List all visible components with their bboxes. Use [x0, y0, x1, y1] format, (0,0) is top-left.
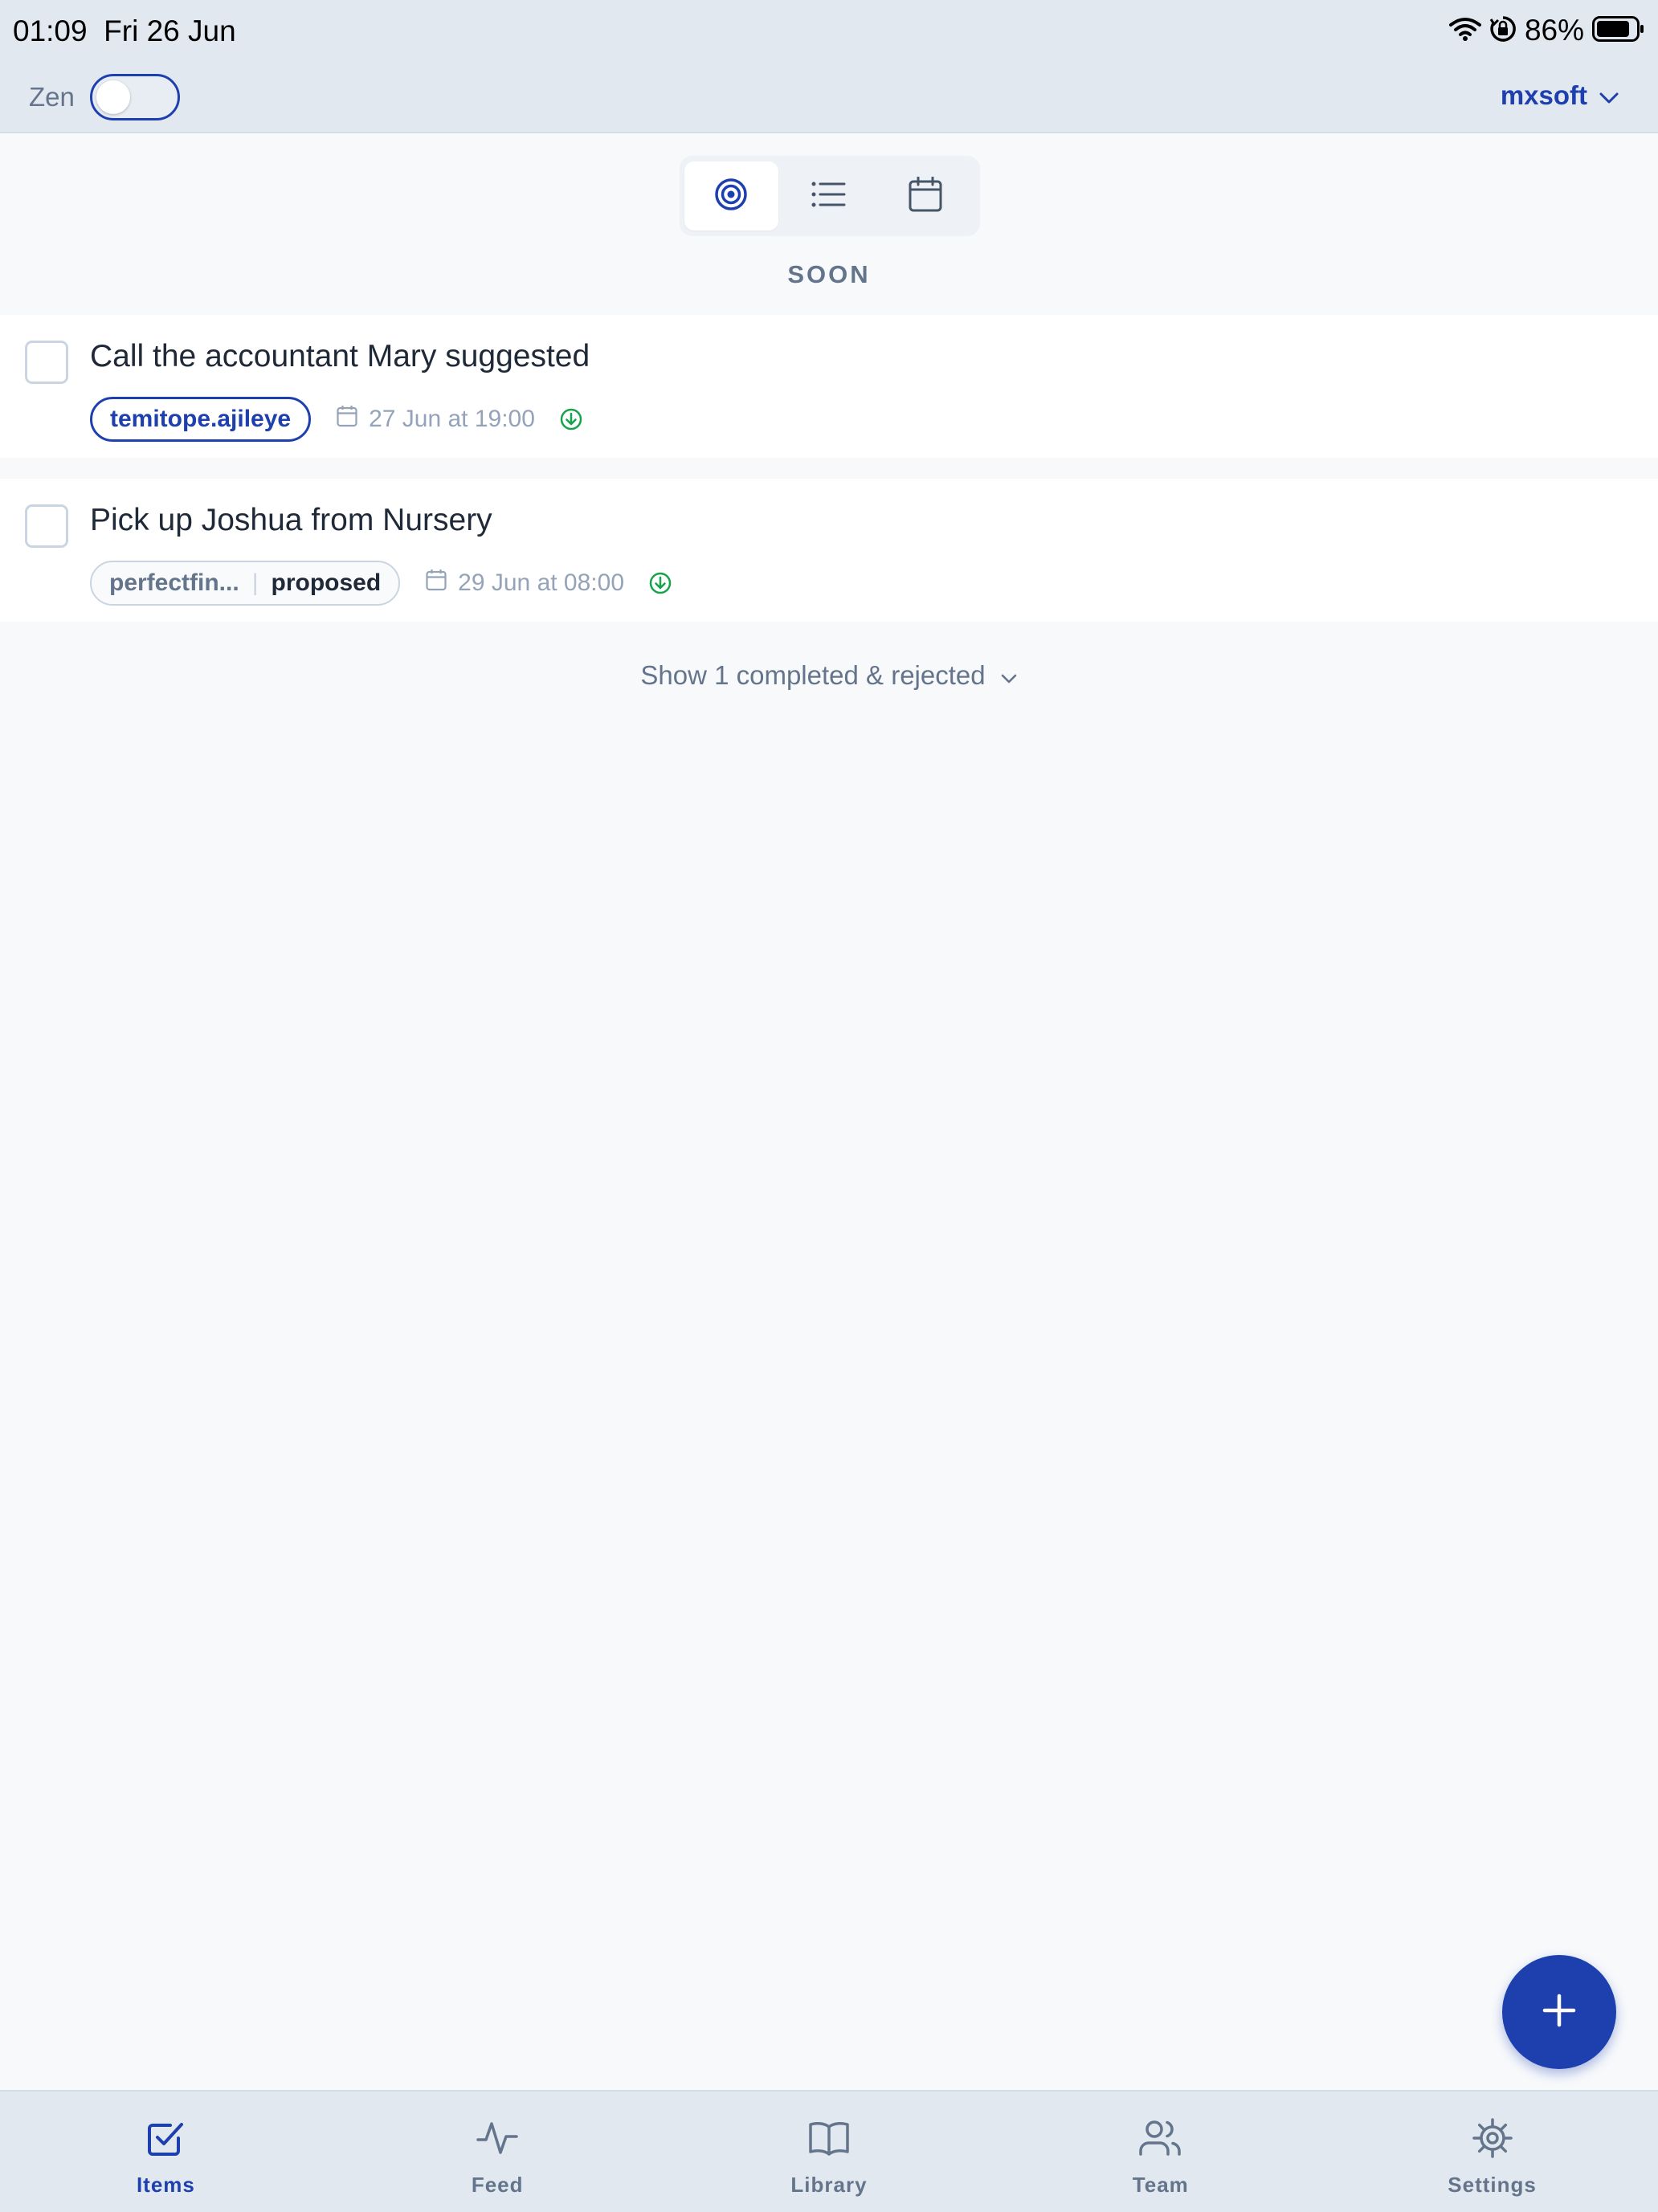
task-row[interactable]: Call the accountant Mary suggested temit…	[0, 315, 1658, 458]
due-date-text: 27 Jun at 19:00	[369, 406, 535, 432]
tab-items[interactable]: Items	[0, 2092, 332, 2212]
view-list-button[interactable]	[782, 161, 876, 231]
activity-icon	[475, 2116, 520, 2165]
chevron-down-icon	[1599, 80, 1619, 111]
list-icon	[811, 180, 846, 213]
tab-label: Settings	[1448, 2173, 1537, 2197]
status-indicators: 86%	[1448, 13, 1645, 48]
tab-label: Library	[790, 2173, 868, 2197]
assignee-tag[interactable]: perfectfin... | proposed	[90, 561, 401, 606]
tab-label: Items	[136, 2173, 195, 2197]
show-completed-label: Show 1 completed & rejected	[640, 660, 986, 690]
due-date-text: 29 Jun at 08:00	[458, 569, 625, 596]
zen-toggle-knob	[96, 80, 130, 114]
target-icon	[713, 177, 749, 216]
arrow-down-circle-icon	[559, 407, 583, 431]
task-title: Call the accountant Mary suggested	[90, 339, 590, 373]
battery-percent: 86%	[1524, 14, 1584, 47]
rotation-lock-icon	[1489, 15, 1517, 47]
assignee-name: temitope.ajileye	[110, 406, 292, 432]
tab-team[interactable]: Team	[994, 2092, 1326, 2212]
users-icon	[1137, 2116, 1185, 2165]
chevron-down-icon	[1000, 660, 1018, 691]
calendar-small-icon	[426, 569, 447, 598]
workspace-name: mxsoft	[1500, 80, 1587, 110]
show-completed-toggle[interactable]: Show 1 completed & rejected	[0, 660, 1658, 691]
task-meta: perfectfin... | proposed 29 Jun at 08:00	[90, 561, 672, 606]
calendar-small-icon	[337, 405, 357, 434]
view-focus-button[interactable]	[684, 161, 778, 231]
assignee-name: perfectfin...	[109, 569, 239, 596]
task-checkbox[interactable]	[25, 504, 68, 548]
assignee-tag[interactable]: temitope.ajileye	[90, 397, 312, 442]
view-calendar-button[interactable]	[878, 161, 972, 231]
proposal-state: proposed	[271, 569, 382, 596]
arrow-down-circle-icon	[648, 571, 672, 595]
section-title: SOON	[787, 260, 871, 288]
tab-settings[interactable]: Settings	[1326, 2092, 1658, 2212]
items-check-icon	[143, 2116, 188, 2165]
clock: 01:09	[13, 14, 88, 47]
task-meta: temitope.ajileye 27 Jun at 19:00	[90, 397, 583, 442]
task-row[interactable]: Pick up Joshua from Nursery perfectfin..…	[0, 479, 1658, 622]
zen-label: Zen	[29, 82, 75, 112]
gear-icon	[1470, 2116, 1515, 2165]
tab-library[interactable]: Library	[664, 2092, 995, 2212]
plus-icon	[1541, 1992, 1578, 2033]
zen-toggle[interactable]	[90, 74, 180, 120]
tab-bar: Items Feed Library Team Settings	[0, 2090, 1658, 2212]
tab-label: Team	[1132, 2173, 1189, 2197]
wifi-icon	[1448, 17, 1481, 45]
battery-icon	[1592, 15, 1645, 46]
status-time: 01:09 Fri 26 Jun	[13, 14, 236, 48]
add-item-button[interactable]	[1502, 1955, 1616, 2069]
calendar-icon	[909, 176, 942, 216]
view-switcher	[680, 156, 980, 236]
status-date: Fri 26 Jun	[104, 14, 236, 47]
tab-feed[interactable]: Feed	[332, 2092, 664, 2212]
due-date: 27 Jun at 19:00	[337, 405, 535, 434]
book-icon	[807, 2116, 851, 2165]
top-bar: 01:09 Fri 26 Jun 86% Zen mxsoft	[0, 0, 1658, 133]
task-checkbox[interactable]	[25, 341, 68, 384]
due-date: 29 Jun at 08:00	[426, 569, 624, 598]
tab-label: Feed	[471, 2173, 524, 2197]
workspace-switcher[interactable]: mxsoft	[1501, 80, 1619, 111]
task-title: Pick up Joshua from Nursery	[90, 503, 492, 537]
tag-divider: |	[251, 569, 259, 596]
